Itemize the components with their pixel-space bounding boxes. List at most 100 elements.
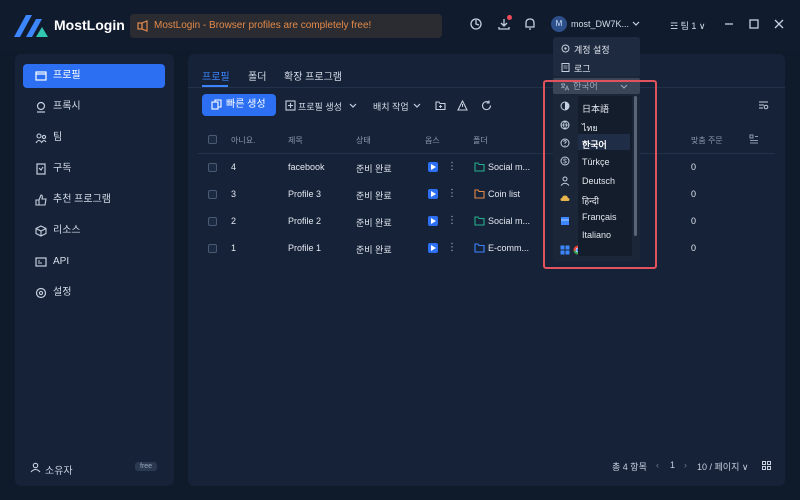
log-item[interactable]: 로그 [561, 62, 591, 75]
windows-icon[interactable] [560, 245, 570, 255]
chevron-down-icon[interactable] [349, 102, 357, 110]
sync-icon[interactable] [469, 17, 483, 31]
column-folder[interactable]: 폴더 [473, 135, 488, 146]
row-checkbox[interactable] [208, 244, 217, 253]
sidebar-item-profiles[interactable]: 프로필 [23, 64, 165, 88]
row-name[interactable]: facebook [288, 162, 325, 172]
launch-button[interactable] [428, 189, 438, 199]
chevron-down-icon[interactable] [413, 102, 421, 110]
column-options[interactable]: 옵스 [425, 135, 440, 146]
mostlogin-logo-icon [14, 15, 48, 37]
column-name[interactable]: 제목 [288, 135, 303, 146]
row-status: 준비 완료 [356, 191, 392, 201]
sidebar-item-subscription[interactable]: 구독 [23, 157, 165, 181]
row-checkbox[interactable] [208, 163, 217, 172]
help-icon[interactable] [560, 138, 570, 148]
language-option-italian[interactable]: Italiano [582, 230, 611, 240]
promo-notice-text: MostLogin - Browser profiles are complet… [154, 20, 372, 31]
warning-icon[interactable] [457, 100, 468, 111]
create-profile-button[interactable]: 프로필 생성 [298, 100, 342, 113]
table-row[interactable]: 1 Profile 1 준비 완료 ⋮ E-comm... 0 [188, 237, 785, 261]
row-name[interactable]: Profile 1 [288, 243, 321, 253]
table-row[interactable]: 4 facebook 준비 완료 ⋮ Social m... 0 [188, 156, 785, 180]
resource-icon [35, 225, 47, 237]
language-option-japanese[interactable]: 日本語 [582, 102, 609, 115]
row-checkbox[interactable] [208, 217, 217, 226]
page-size-select[interactable]: 10 / 페이지 ∨ [697, 460, 748, 473]
add-square-icon[interactable] [285, 100, 296, 111]
owner-label: 소유자 [45, 466, 73, 477]
search-filter-icon[interactable] [758, 100, 769, 111]
table-row[interactable]: 2 Profile 2 준비 완료 ⋮ Social m... 0 [188, 210, 785, 234]
sidebar-item-referral[interactable]: 추천 프로그램 [23, 188, 165, 212]
user-name[interactable]: most_DW7K... [571, 19, 629, 29]
account-settings-item[interactable]: 계정 설정 [561, 43, 610, 56]
tab-profiles[interactable]: 프로필 [202, 68, 230, 83]
window-icon[interactable] [560, 216, 570, 226]
sidebar-item-settings[interactable]: 설정 [23, 281, 165, 305]
sidebar-item-label: 구독 [53, 163, 72, 174]
prev-page-button[interactable]: ‹ [656, 460, 659, 470]
column-status[interactable]: 상태 [356, 135, 371, 146]
language-scrollbar[interactable] [634, 96, 637, 236]
chevron-down-icon[interactable] [620, 84, 628, 89]
folder-add-icon[interactable] [435, 100, 446, 111]
select-all-checkbox[interactable] [208, 135, 217, 144]
table-header: 아니요. 제목 상태 옵스 폴더 맞춤 주문 [188, 130, 785, 150]
plan-badge: free [135, 462, 158, 471]
sidebar-item-label: API [53, 256, 70, 267]
language-option-french[interactable]: Français [582, 212, 617, 222]
tab-extensions[interactable]: 확장 프로그램 [284, 68, 342, 83]
maximize-icon[interactable] [748, 18, 760, 30]
chevron-down-icon[interactable] [632, 20, 640, 28]
sidebar-item-proxy[interactable]: 프록시 [23, 95, 165, 119]
row-order: 0 [691, 243, 697, 253]
grid-view-icon[interactable] [762, 461, 771, 470]
account-menu: 계정 설정 로그 [553, 37, 640, 77]
language-option-german[interactable]: Deutsch [582, 176, 615, 186]
sidebar-item-label: 리소스 [53, 225, 81, 236]
more-options-icon[interactable]: ⋮ [447, 188, 457, 199]
promo-notice[interactable]: MostLogin - Browser profiles are complet… [130, 14, 442, 38]
cloud-icon[interactable] [560, 193, 570, 203]
launch-button[interactable] [428, 162, 438, 172]
sidebar: 프로필 프록시 팀 구독 추천 프로그램 리소스 API 설정 소유자 free [15, 54, 174, 486]
row-name[interactable]: Profile 3 [288, 189, 321, 199]
row-name[interactable]: Profile 2 [288, 216, 321, 226]
more-options-icon[interactable]: ⋮ [447, 161, 457, 172]
bell-icon[interactable] [523, 17, 537, 31]
column-no[interactable]: 아니요. [231, 135, 255, 146]
language-option-hindi[interactable]: हिन्दी [582, 194, 599, 207]
row-folder: E-comm... [488, 243, 530, 253]
theme-icon[interactable] [560, 101, 570, 111]
refresh-icon[interactable] [481, 100, 492, 111]
language-option-korean[interactable]: 한국어 [582, 138, 607, 151]
column-settings-icon[interactable] [749, 134, 759, 144]
sidebar-item-api[interactable]: API [23, 250, 165, 274]
current-page[interactable]: 1 [670, 460, 675, 470]
minimize-icon[interactable] [723, 18, 735, 30]
team-selector[interactable]: ☲ 팀 1 ∨ [670, 19, 705, 32]
close-icon[interactable] [773, 18, 785, 30]
language-option-turkish[interactable]: Türkçe [582, 157, 610, 167]
globe-icon[interactable] [560, 120, 570, 130]
batch-action-button[interactable]: 배치 작업 [373, 100, 409, 113]
more-options-icon[interactable]: ⋮ [447, 215, 457, 226]
quick-create-button[interactable]: 빠른 생성 [202, 94, 276, 116]
table-row[interactable]: 3 Profile 3 준비 완료 ⋮ Coin list 0 [188, 183, 785, 207]
launch-button[interactable] [428, 216, 438, 226]
launch-button[interactable] [428, 243, 438, 253]
next-page-button[interactable]: › [684, 460, 687, 470]
team-icon [35, 133, 47, 144]
avatar[interactable]: M [551, 16, 567, 32]
row-checkbox[interactable] [208, 190, 217, 199]
more-options-icon[interactable]: ⋮ [447, 242, 457, 253]
sidebar-item-resources[interactable]: 리소스 [23, 219, 165, 243]
tab-folders[interactable]: 폴더 [248, 68, 266, 83]
sidebar-item-team[interactable]: 팀 [23, 126, 165, 150]
language-option-thai[interactable]: ไทย [582, 121, 598, 135]
api-icon [35, 257, 47, 267]
currency-icon[interactable] [560, 156, 570, 166]
account-icon[interactable] [560, 176, 570, 186]
column-custom-order[interactable]: 맞춤 주문 [691, 135, 723, 146]
